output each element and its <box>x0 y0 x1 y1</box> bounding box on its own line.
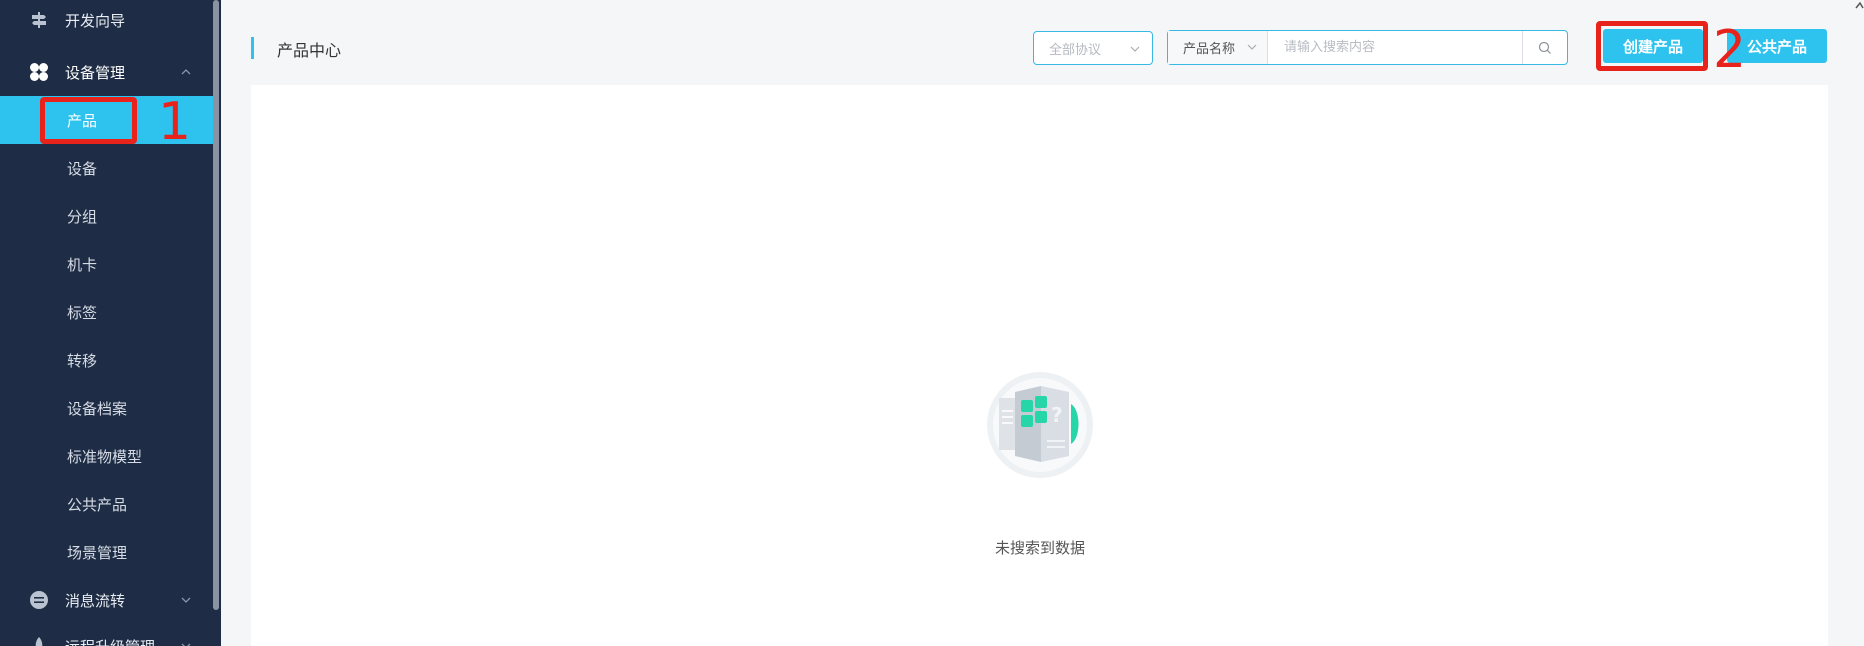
sidebar-scrollbar[interactable] <box>213 0 219 610</box>
annotation-number-1: 1 <box>158 92 192 152</box>
chevron-down-icon <box>181 643 191 646</box>
search-input[interactable] <box>1268 31 1523 64</box>
sidebar-group-label: 开发向导 <box>65 11 126 30</box>
sidebar-item-thing-model[interactable]: 标准物模型 <box>0 432 213 480</box>
sidebar-item-transfer[interactable]: 转移 <box>0 336 213 384</box>
sidebar-item-label: 场景管理 <box>67 543 128 562</box>
sidebar-item-label: 标签 <box>67 303 98 322</box>
sidebar-item-label: 设备 <box>67 159 98 178</box>
protocol-select[interactable]: 全部协议 <box>1033 31 1153 65</box>
annotation-box-2 <box>1596 21 1708 71</box>
message-flow-icon <box>29 590 49 610</box>
sidebar-item-public-product[interactable]: 公共产品 <box>0 480 213 528</box>
search-field-value: 产品名称 <box>1183 42 1236 57</box>
annotation-box-1 <box>40 97 137 144</box>
search-button[interactable] <box>1522 31 1567 64</box>
chevron-down-icon <box>1247 44 1257 50</box>
signpost-icon <box>29 10 49 30</box>
sidebar-item-label: 公共产品 <box>67 495 128 514</box>
empty-data-text: 未搜索到数据 <box>994 539 1085 557</box>
sidebar-group-dev-guide[interactable]: 开发向导 <box>0 0 213 44</box>
chevron-down-icon <box>1130 46 1140 52</box>
title-accent-bar <box>251 37 254 59</box>
sidebar-item-scene-management[interactable]: 场景管理 <box>0 528 213 576</box>
empty-data-illustration: ? <box>985 370 1095 480</box>
sidebar-group-ota[interactable]: 远程升级管理 <box>0 622 213 646</box>
rocket-icon <box>29 636 49 646</box>
sidebar-item-label: 机卡 <box>67 255 98 274</box>
corner-caret-icon <box>1855 1 1864 9</box>
sidebar-item-group[interactable]: 分组 <box>0 192 213 240</box>
sidebar-item-label: 分组 <box>67 207 98 226</box>
chevron-up-icon <box>181 69 191 75</box>
search-field-select[interactable]: 产品名称 <box>1168 31 1268 64</box>
sidebar-item-label: 转移 <box>67 351 98 370</box>
sidebar-item-device-archive[interactable]: 设备档案 <box>0 384 213 432</box>
protocol-select-value: 全部协议 <box>1049 42 1102 58</box>
search-box: 产品名称 <box>1167 30 1568 65</box>
chevron-down-icon <box>181 597 191 603</box>
annotation-number-2: 2 <box>1713 20 1747 80</box>
sidebar-item-label: 标准物模型 <box>67 447 143 466</box>
svg-text:?: ? <box>1051 403 1063 427</box>
sidebar-group-label: 远程升级管理 <box>65 636 155 646</box>
content-card <box>251 85 1828 646</box>
page-title: 产品中心 <box>277 41 342 60</box>
sidebar-group-message-flow[interactable]: 消息流转 <box>0 576 213 624</box>
four-petal-icon <box>29 62 49 82</box>
sidebar-item-sim-card[interactable]: 机卡 <box>0 240 213 288</box>
sidebar-item-tag[interactable]: 标签 <box>0 288 213 336</box>
sidebar-item-label: 设备档案 <box>67 399 128 418</box>
sidebar-group-label: 消息流转 <box>65 591 126 610</box>
sidebar-group-label: 设备管理 <box>65 63 126 82</box>
search-icon <box>1538 41 1551 54</box>
sidebar-group-device-management[interactable]: 设备管理 <box>0 48 213 96</box>
